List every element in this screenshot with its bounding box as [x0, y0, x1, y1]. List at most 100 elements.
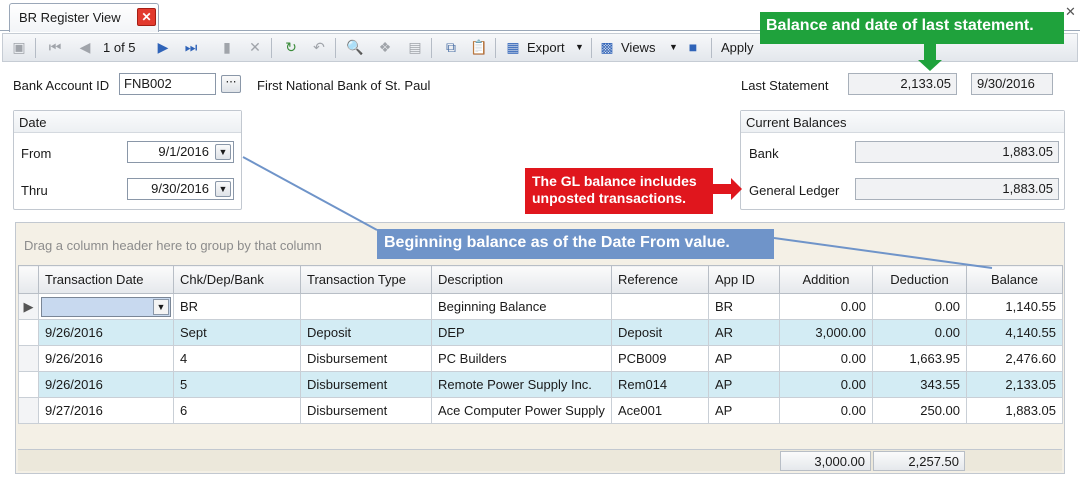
bank-account-input[interactable]: FNB002	[119, 73, 216, 95]
cell-type[interactable]: Deposit	[300, 319, 432, 346]
cell-type[interactable]	[300, 293, 432, 320]
bank-balance-label: Bank	[749, 146, 779, 161]
cell-reference[interactable]: Ace001	[611, 397, 709, 424]
column-header-addition[interactable]: Addition	[779, 265, 873, 294]
cell-transaction-date[interactable]: 9/26/2016	[38, 345, 174, 372]
cell-transaction-date[interactable]: 9/26/2016	[38, 371, 174, 398]
last-statement-callout: Balance and date of last statement.	[760, 12, 1064, 44]
paste-icon[interactable]: 📋	[469, 37, 489, 57]
column-header-reference[interactable]: Reference	[611, 265, 709, 294]
cell-app-id[interactable]: AP	[708, 345, 780, 372]
table-row[interactable]: 9/26/2016 4 Disbursement PC Builders PCB…	[18, 345, 1063, 372]
beginning-balance-callout: Beginning balance as of the Date From va…	[377, 229, 774, 259]
last-record-icon[interactable]: ⏭	[181, 37, 201, 57]
export-dropdown-icon[interactable]: ▼	[575, 37, 584, 58]
cell-app-id[interactable]: AR	[708, 319, 780, 346]
column-header-transaction-date[interactable]: Transaction Date	[38, 265, 174, 294]
tab-br-register-view[interactable]: BR Register View ✕	[9, 3, 159, 32]
cell-balance[interactable]: 1,883.05	[966, 397, 1063, 424]
table-row[interactable]: 9/26/2016 Sept Deposit DEP Deposit AR 3,…	[18, 319, 1063, 346]
column-header-deduction[interactable]: Deduction	[872, 265, 967, 294]
date-from-dropdown-icon[interactable]: ▼	[215, 144, 231, 160]
cell-transaction-date[interactable]: 9/26/2016	[38, 319, 174, 346]
cell-description[interactable]: Remote Power Supply Inc.	[431, 371, 612, 398]
date-from-input[interactable]: 9/1/2016 ▼	[127, 141, 234, 163]
close-tab-icon[interactable]: ✕	[137, 8, 156, 26]
cell-balance[interactable]: 4,140.55	[966, 319, 1063, 346]
cell-transaction-date[interactable]: 9/27/2016	[38, 397, 174, 424]
cell-addition[interactable]: 0.00	[779, 345, 873, 372]
first-record-icon[interactable]: ⏮	[45, 37, 65, 57]
cell-description[interactable]: PC Builders	[431, 345, 612, 372]
cell-balance[interactable]: 2,476.60	[966, 345, 1063, 372]
refresh-icon[interactable]: ↻	[281, 37, 301, 57]
table-row[interactable]: 9/27/2016 6 Disbursement Ace Computer Po…	[18, 397, 1063, 424]
views-button[interactable]: Views	[621, 37, 655, 58]
cell-deduction[interactable]: 0.00	[872, 319, 967, 346]
cell-type[interactable]: Disbursement	[300, 371, 432, 398]
cell-balance[interactable]: 2,133.05	[966, 371, 1063, 398]
cell-app-id[interactable]: BR	[708, 293, 780, 320]
total-deduction: 2,257.50	[873, 451, 965, 471]
cell-addition[interactable]: 0.00	[779, 371, 873, 398]
cell-app-id[interactable]: AP	[708, 397, 780, 424]
save-view-icon[interactable]: ■	[683, 37, 703, 57]
save-icon[interactable]: ▣	[9, 37, 29, 57]
copy-icon[interactable]: ⧉	[441, 37, 461, 57]
cell-description[interactable]: Ace Computer Power Supply	[431, 397, 612, 424]
cell-balance[interactable]: 1,140.55	[966, 293, 1063, 320]
from-label: From	[21, 146, 52, 161]
table-row[interactable]: 9/26/2016 5 Disbursement Remote Power Su…	[18, 371, 1063, 398]
export-button[interactable]: Export	[527, 37, 565, 58]
date-thru-dropdown-icon[interactable]: ▼	[215, 181, 231, 197]
column-header-transaction-type[interactable]: Transaction Type	[300, 265, 432, 294]
transaction-date-editor[interactable]: ▼	[38, 293, 174, 320]
column-header-balance[interactable]: Balance	[966, 265, 1063, 294]
cell-reference[interactable]: Rem014	[611, 371, 709, 398]
cell-type[interactable]: Disbursement	[300, 345, 432, 372]
views-dropdown-icon[interactable]: ▼	[669, 37, 678, 58]
cell-addition[interactable]: 3,000.00	[779, 319, 873, 346]
export-icon[interactable]: ▦	[503, 37, 523, 57]
apply-button[interactable]: Apply	[721, 37, 754, 58]
cell-addition[interactable]: 0.00	[779, 397, 873, 424]
column-header-chk-dep-bank[interactable]: Chk/Dep/Bank	[173, 265, 301, 294]
row-indicator	[18, 345, 39, 372]
views-icon[interactable]: ▩	[597, 37, 617, 57]
close-window-icon[interactable]: ✕	[1065, 4, 1076, 20]
column-header-app-id[interactable]: App ID	[708, 265, 780, 294]
cell-type[interactable]: Disbursement	[300, 397, 432, 424]
record-position: 1 of 5	[103, 40, 136, 55]
cell-reference[interactable]: PCB009	[611, 345, 709, 372]
column-header-description[interactable]: Description	[431, 265, 612, 294]
bank-account-lookup-button[interactable]: ⋯	[221, 75, 241, 93]
next-record-icon[interactable]: ▶	[153, 37, 173, 57]
cell-reference[interactable]: Deposit	[611, 319, 709, 346]
print-preview-icon[interactable]: 🔍	[345, 37, 365, 57]
cell-reference[interactable]	[611, 293, 709, 320]
cell-deduction[interactable]: 250.00	[872, 397, 967, 424]
cell-addition[interactable]: 0.00	[779, 293, 873, 320]
delete-icon[interactable]: ✕	[245, 37, 265, 57]
cell-chk[interactable]: 6	[173, 397, 301, 424]
bank-balance-value: 1,883.05	[855, 141, 1059, 163]
attachment-icon[interactable]: ❖	[375, 37, 395, 57]
previous-record-icon[interactable]: ◀	[75, 37, 95, 57]
cell-chk[interactable]: Sept	[173, 319, 301, 346]
cell-chk[interactable]: BR	[173, 293, 301, 320]
cell-deduction[interactable]: 1,663.95	[872, 345, 967, 372]
cell-description[interactable]: Beginning Balance	[431, 293, 612, 320]
transaction-date-dropdown-icon[interactable]: ▼	[153, 298, 169, 315]
new-record-icon[interactable]: ▮	[217, 37, 237, 57]
transaction-date-input[interactable]: ▼	[41, 296, 171, 317]
cell-deduction[interactable]: 0.00	[872, 293, 967, 320]
cell-chk[interactable]: 5	[173, 371, 301, 398]
cell-chk[interactable]: 4	[173, 345, 301, 372]
cell-description[interactable]: DEP	[431, 319, 612, 346]
undo-icon[interactable]: ↶	[309, 37, 329, 57]
date-thru-input[interactable]: 9/30/2016 ▼	[127, 178, 234, 200]
table-row[interactable]: ▶ ▼ BR Beginning Balance BR 0.00 0.00 1,…	[18, 293, 1063, 320]
notes-icon[interactable]: ▤	[405, 37, 425, 57]
cell-deduction[interactable]: 343.55	[872, 371, 967, 398]
cell-app-id[interactable]: AP	[708, 371, 780, 398]
